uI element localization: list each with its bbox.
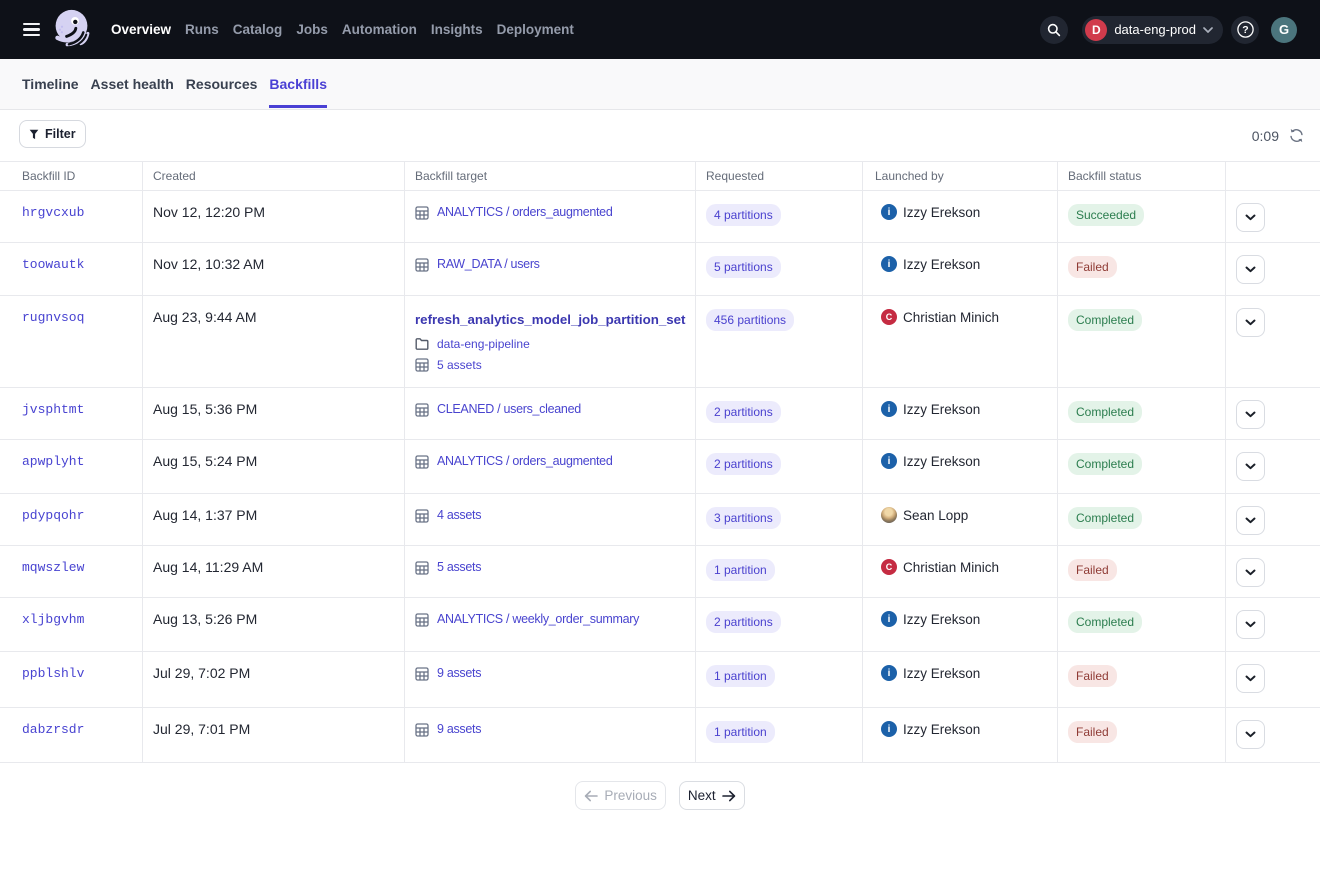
svg-text:?: ?	[1242, 24, 1248, 36]
